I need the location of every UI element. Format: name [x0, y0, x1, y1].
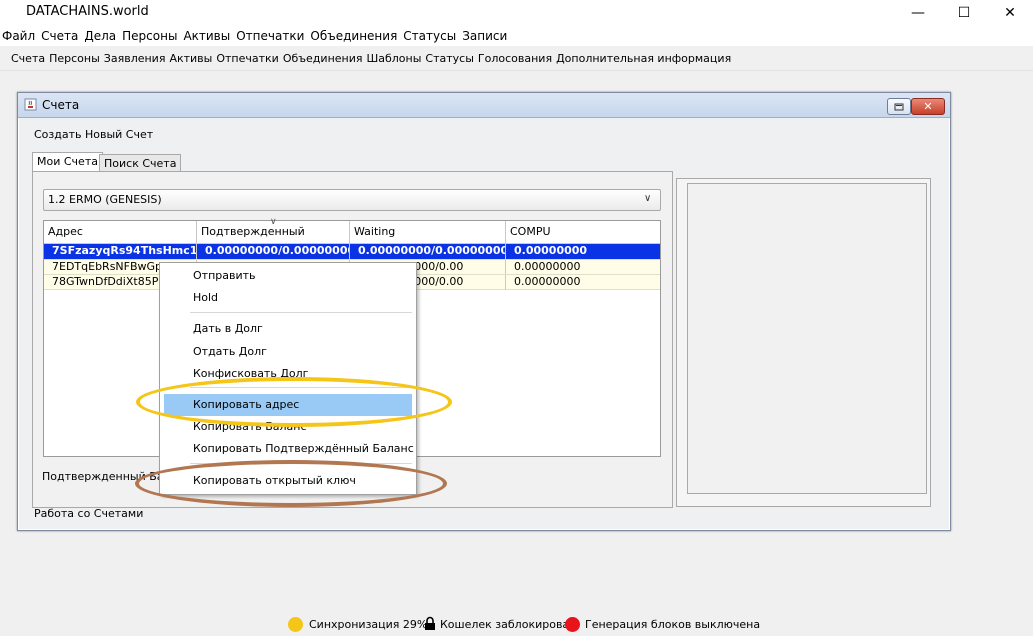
status-bar: Синхронизация 29% Кошелек заблокирован Г… — [0, 612, 1033, 636]
details-panel — [676, 178, 931, 507]
restore-icon — [894, 103, 904, 110]
accounts-window: Счета ✕ Создать Новый Счет Мои Счета Пои… — [17, 92, 951, 531]
menu-accounts[interactable]: Счета — [41, 29, 78, 43]
details-area — [687, 183, 927, 494]
menu-separator — [190, 312, 412, 313]
close-button[interactable]: ✕ — [987, 0, 1033, 26]
chevron-down-icon: ∨ — [644, 193, 652, 204]
menu-deals[interactable]: Дела — [84, 29, 116, 43]
highlight-ellipse-yellow — [136, 377, 452, 427]
sync-status: Синхронизация 29% — [309, 618, 428, 631]
menu-persons[interactable]: Персоны — [122, 29, 177, 43]
sort-indicator-icon: ∨ — [270, 217, 277, 227]
generation-status: Генерация блоков выключена — [585, 618, 761, 631]
java-cup-icon — [24, 98, 37, 111]
sync-indicator-icon — [288, 617, 303, 632]
menu-file[interactable]: Файл — [2, 29, 35, 43]
window-title: Счета — [42, 98, 80, 112]
toolbar-imprints[interactable]: Отпечатки — [216, 52, 278, 65]
cell-compu: 0.00000000 — [514, 244, 588, 257]
toolbar-persons[interactable]: Персоны — [49, 52, 100, 65]
cell-address: 7SFzazyqRs94ThsHmc1G6 — [44, 244, 197, 259]
toolbar-statements[interactable]: Заявления — [104, 52, 166, 65]
toolbar-statuses[interactable]: Статусы — [425, 52, 473, 65]
toolbar: Счета Персоны Заявления Активы Отпечатки… — [0, 48, 1033, 71]
menu-item-hold[interactable]: Hold — [160, 287, 416, 309]
cell-confirmed: 0.00000000/0.00000000/ — [197, 244, 350, 259]
minimize-button[interactable]: — — [895, 0, 941, 26]
maximize-button[interactable]: ☐ — [941, 0, 987, 26]
lock-icon — [425, 616, 435, 630]
cell-compu: 0.00000000 — [514, 275, 581, 288]
toolbar-extra-info[interactable]: Дополнительная информация — [556, 52, 731, 65]
restore-button[interactable] — [887, 98, 911, 115]
cell-waiting: 0.00000000/0.00000000/ — [350, 244, 506, 259]
toolbar-templates[interactable]: Шаблоны — [366, 52, 421, 65]
window-header: Счета ✕ — [18, 93, 950, 118]
toolbar-votings[interactable]: Голосования — [478, 52, 552, 65]
window-status-text: Работа со Счетами — [34, 507, 144, 520]
menu-unions[interactable]: Объединения — [310, 29, 397, 43]
menu-statuses[interactable]: Статусы — [403, 29, 456, 43]
generation-indicator-icon — [565, 617, 580, 632]
menu-assets[interactable]: Активы — [183, 29, 230, 43]
asset-select[interactable]: 1.2 ERMO (GENESIS) ∨ — [43, 189, 661, 211]
column-compu[interactable]: COMPU — [506, 221, 660, 243]
cell-compu: 0.00000000 — [514, 260, 581, 273]
toolbar-assets[interactable]: Активы — [169, 52, 212, 65]
menu-imprints[interactable]: Отпечатки — [236, 29, 304, 43]
menu-records[interactable]: Записи — [462, 29, 507, 43]
column-waiting[interactable]: Waiting — [350, 221, 506, 243]
menu-item-send[interactable]: Отправить — [160, 265, 416, 287]
highlight-ellipse-brown — [135, 460, 447, 507]
toolbar-unions[interactable]: Объединения — [283, 52, 363, 65]
toolbar-accounts[interactable]: Счета — [11, 52, 45, 65]
menu-item-copy-confirmed-balance[interactable]: Копировать Подтверждённый Баланс — [160, 438, 416, 460]
asset-select-value: 1.2 ERMO (GENESIS) — [48, 193, 162, 206]
app-title: DATACHAINS.world — [26, 4, 149, 19]
table-header: Адрес Подтвержденный Баланс Waiting COMP… — [44, 217, 660, 260]
column-address[interactable]: Адрес — [44, 221, 197, 243]
close-icon: ✕ — [923, 100, 933, 113]
create-account-link[interactable]: Создать Новый Счет — [34, 128, 153, 141]
title-bar: DATACHAINS.world — ☐ ✕ — [0, 0, 1033, 26]
wallet-status: Кошелек заблокирован — [440, 618, 577, 631]
window-close-button[interactable]: ✕ — [911, 98, 945, 115]
tab-my-accounts[interactable]: Мои Счета — [32, 152, 103, 172]
menu-item-repay[interactable]: Отдать Долг — [160, 341, 416, 363]
menu-bar: Файл Счета Дела Персоны Активы Отпечатки… — [0, 26, 1033, 46]
menu-item-lend[interactable]: Дать в Долг — [160, 318, 416, 340]
table-row[interactable]: 7SFzazyqRs94ThsHmc1G6 0.00000000/0.00000… — [44, 244, 660, 259]
